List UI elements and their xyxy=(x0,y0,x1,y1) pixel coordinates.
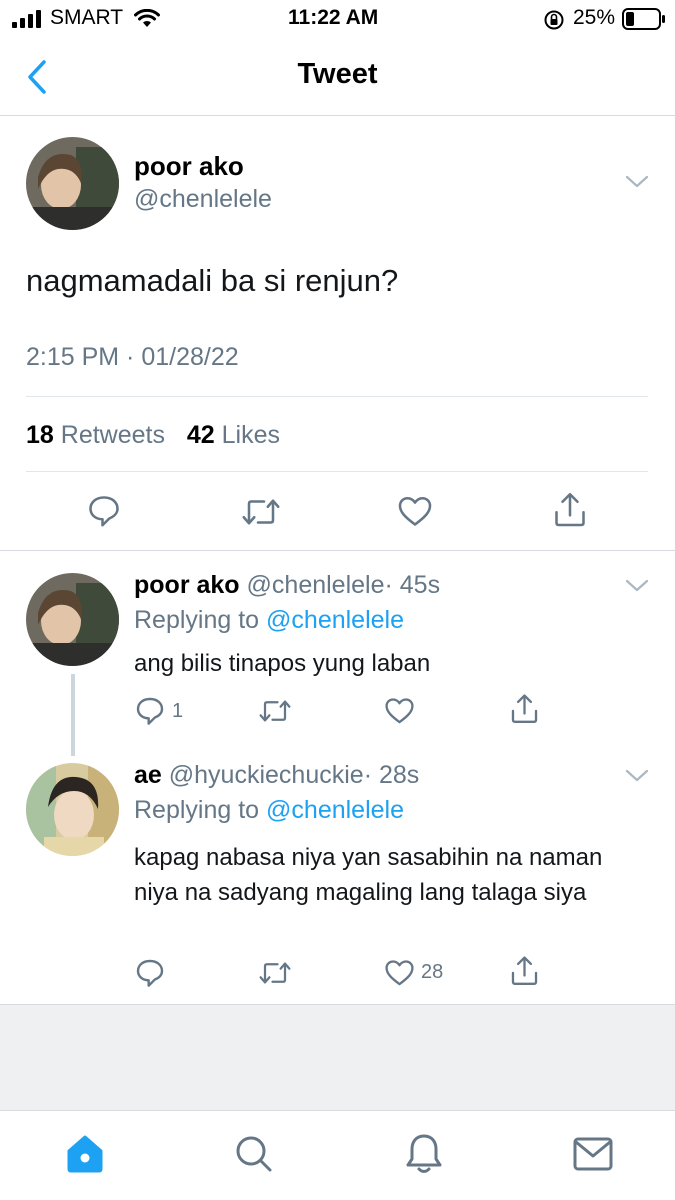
replying-to-line: Replying to @chenlelele xyxy=(134,606,404,635)
navigation-header: Tweet xyxy=(0,38,675,116)
bottom-tab-bar xyxy=(0,1110,675,1200)
reply-author-name[interactable]: poor ako xyxy=(134,571,240,599)
retweets-count[interactable]: 18 xyxy=(26,421,54,449)
reply-text: kapag nabasa niya yan sasabihin na naman… xyxy=(134,844,603,906)
divider xyxy=(26,396,648,397)
tweet-timestamp: 2:15 PM · 01/28/22 xyxy=(26,343,239,371)
status-bar: SMART 11:22 AM 25% xyxy=(0,0,675,38)
reply-icon[interactable] xyxy=(134,957,166,989)
like-heart-icon[interactable] xyxy=(384,696,415,725)
like-action[interactable]: 28 xyxy=(384,958,443,987)
reply-author-handle[interactable]: @hyuckiechuckie xyxy=(169,761,364,789)
tweet-author-handle[interactable]: @chenlelele xyxy=(134,185,272,214)
carrier-label: SMART xyxy=(50,6,124,29)
battery-icon xyxy=(622,8,665,30)
reply-time: · 45s xyxy=(384,571,441,599)
share-icon[interactable] xyxy=(509,955,540,987)
retweet-icon[interactable] xyxy=(258,696,292,726)
reply-time: · 28s xyxy=(363,761,420,789)
likes-count[interactable]: 42 xyxy=(187,421,215,449)
reply-icon[interactable] xyxy=(86,493,122,529)
replying-to-prefix: Replying to xyxy=(134,606,260,634)
wifi-icon xyxy=(134,9,160,27)
user-avatar[interactable] xyxy=(26,573,119,666)
retweet-icon[interactable] xyxy=(241,494,281,530)
retweets-label[interactable]: Retweets xyxy=(61,421,165,449)
orientation-lock-icon xyxy=(544,10,564,30)
user-avatar[interactable] xyxy=(26,137,119,230)
chevron-down-icon[interactable] xyxy=(624,578,650,594)
like-count: 28 xyxy=(421,961,444,983)
search-icon[interactable] xyxy=(233,1133,275,1175)
tweet-author-name[interactable]: poor ako xyxy=(134,151,244,182)
share-icon[interactable] xyxy=(509,693,540,725)
empty-feed-area xyxy=(0,1004,675,1110)
reply-text: ang bilis tinapos yung laban xyxy=(134,650,431,677)
like-heart-icon[interactable] xyxy=(384,958,415,987)
messages-envelope-icon[interactable] xyxy=(572,1136,614,1172)
replying-to-prefix: Replying to xyxy=(134,796,260,824)
chevron-down-icon[interactable] xyxy=(624,174,650,190)
reply-action[interactable]: 1 xyxy=(134,695,183,727)
replying-to-mention[interactable]: @chenlelele xyxy=(266,606,404,634)
thread-line xyxy=(71,674,75,756)
reply-header: poor ako @chenlelele· 45s xyxy=(134,571,440,600)
divider xyxy=(26,471,648,472)
reply-icon[interactable] xyxy=(134,695,166,727)
like-heart-icon[interactable] xyxy=(397,494,433,528)
reply-author-handle[interactable]: @chenlelele xyxy=(247,571,385,599)
user-avatar[interactable] xyxy=(26,763,119,856)
clock-time: 11:22 AM xyxy=(288,6,379,29)
retweet-icon[interactable] xyxy=(258,958,292,988)
tweet-stats: 18 Retweets 42 Likes xyxy=(26,421,280,450)
home-icon[interactable] xyxy=(64,1133,106,1175)
signal-strength-icon xyxy=(12,10,41,28)
reply-author-name[interactable]: ae xyxy=(134,761,162,789)
share-icon[interactable] xyxy=(552,491,588,529)
battery-percentage: 25% xyxy=(573,6,616,29)
replying-to-mention[interactable]: @chenlelele xyxy=(266,796,404,824)
reply-header: ae @hyuckiechuckie· 28s xyxy=(134,761,419,790)
reply-count: 1 xyxy=(172,699,184,722)
likes-label[interactable]: Likes xyxy=(222,421,280,449)
replying-to-line: Replying to @chenlelele xyxy=(134,796,404,825)
notifications-bell-icon[interactable] xyxy=(404,1132,444,1176)
chevron-down-icon[interactable] xyxy=(624,768,650,784)
tweet-text: nagmamadali ba si renjun? xyxy=(26,263,399,298)
section-divider xyxy=(0,550,675,551)
page-title: Tweet xyxy=(297,58,378,90)
